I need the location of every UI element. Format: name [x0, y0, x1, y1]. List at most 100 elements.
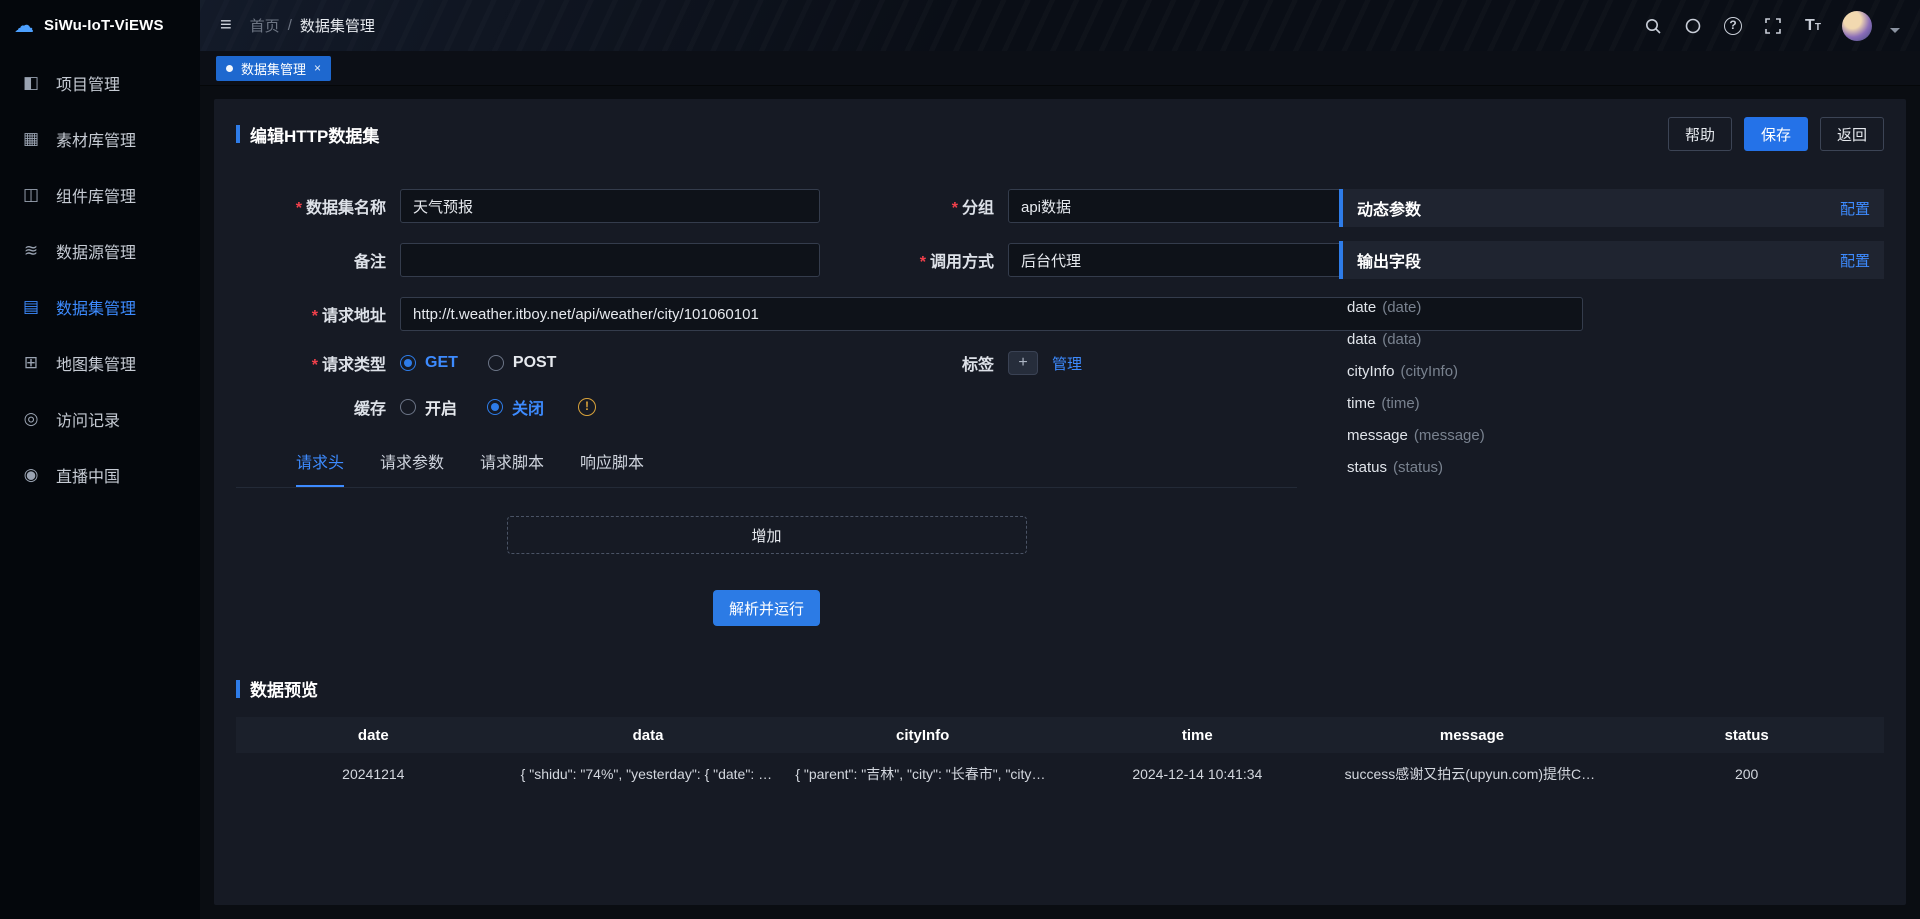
required-asterisk: *	[296, 200, 302, 217]
map-atlas-icon: ⊞	[20, 353, 42, 373]
cell-status: 200	[1609, 766, 1884, 782]
title-accent-bar	[236, 125, 240, 143]
content-area: 编辑HTTP数据集 帮助 保存 返回 *数据集名称	[200, 85, 1920, 919]
list-item: time (time)	[1347, 387, 1876, 419]
panel-header: 编辑HTTP数据集 帮助 保存 返回	[236, 117, 1884, 151]
tab-request-headers[interactable]: 请求头	[296, 449, 344, 487]
cell-cityinfo: { "parent": "吉林", "city": "长春市", "cityke…	[785, 764, 1060, 784]
question-mark-icon: ?	[1724, 17, 1742, 35]
component-library-icon: ◫	[20, 185, 42, 205]
breadcrumb: 首页 / 数据集管理	[250, 15, 375, 36]
dynamic-params-header: 动态参数 配置	[1339, 189, 1884, 227]
sidebar-item-datasource[interactable]: ≋ 数据源管理	[0, 223, 200, 279]
header-actions: 帮助 保存 返回	[1668, 117, 1884, 151]
topbar-actions: ? TT	[1642, 11, 1900, 41]
sidebar-item-dataset[interactable]: ▤ 数据集管理	[0, 279, 200, 335]
data-preview-title: 数据预览	[236, 676, 1884, 701]
cell-message: success感谢又拍云(upyun.com)提供CDN赞助	[1335, 764, 1610, 784]
cell-data: { "shidu": "74%", "yesterday": { "date":…	[511, 766, 786, 782]
required-asterisk: *	[312, 357, 318, 374]
close-icon[interactable]: ×	[314, 61, 321, 75]
app-root: ☁ SiWu-IoT-ViEWS ◧ 项目管理 ▦ 素材库管理 ◫ 组件库管理 …	[0, 0, 1920, 919]
list-item: cityInfo (cityInfo)	[1347, 355, 1876, 387]
tab-request-script[interactable]: 请求脚本	[480, 449, 544, 487]
avatar[interactable]	[1842, 11, 1872, 41]
warning-icon: !	[578, 398, 596, 416]
dynamic-params-title: 动态参数	[1357, 196, 1421, 220]
search-icon[interactable]	[1642, 15, 1664, 37]
sidebar-item-live-china[interactable]: ◉ 直播中国	[0, 447, 200, 503]
call-method-label: *调用方式	[834, 248, 994, 272]
material-library-icon: ▦	[20, 129, 42, 149]
radio-post[interactable]: POST	[488, 354, 557, 372]
remark-label: 备注	[236, 248, 386, 272]
sidebar-item-label: 直播中国	[56, 463, 120, 487]
sidebar-nav: ◧ 项目管理 ▦ 素材库管理 ◫ 组件库管理 ≋ 数据源管理 ▤ 数据集管理 ⊞…	[0, 55, 200, 503]
menu-collapse-icon[interactable]: ≡	[220, 14, 232, 37]
radio-circle-icon	[400, 355, 416, 371]
globe-icon: ◎	[20, 409, 42, 429]
sidebar-item-material[interactable]: ▦ 素材库管理	[0, 111, 200, 167]
font-size-icon[interactable]: TT	[1802, 15, 1824, 37]
radio-circle-icon	[487, 399, 503, 415]
tab-request-params[interactable]: 请求参数	[380, 449, 444, 487]
sidebar-item-atlas[interactable]: ⊞ 地图集管理	[0, 335, 200, 391]
manage-tags-link[interactable]: 管理	[1052, 353, 1082, 374]
tab-dataset-management[interactable]: 数据集管理 ×	[216, 56, 331, 81]
output-fields-config-link[interactable]: 配置	[1840, 250, 1870, 271]
back-button[interactable]: 返回	[1820, 117, 1884, 151]
list-item: status (status)	[1347, 451, 1876, 483]
cache-label: 缓存	[236, 395, 386, 419]
cache-radio-group: 开启 关闭 !	[400, 395, 820, 419]
request-url-label: *请求地址	[236, 302, 386, 326]
sidebar-item-label: 素材库管理	[56, 127, 136, 151]
app-title: SiWu-IoT-ViEWS	[44, 17, 164, 34]
remark-input[interactable]	[400, 243, 820, 277]
sidebar-item-label: 访问记录	[56, 407, 120, 431]
breadcrumb-separator: /	[288, 17, 292, 34]
list-item: data (data)	[1347, 323, 1876, 355]
editor-panel: 编辑HTTP数据集 帮助 保存 返回 *数据集名称	[214, 99, 1906, 905]
radio-circle-icon	[400, 399, 416, 415]
radio-cache-off[interactable]: 关闭	[487, 395, 544, 419]
help-button[interactable]: 帮助	[1668, 117, 1732, 151]
add-tag-button[interactable]: +	[1008, 351, 1038, 375]
column-header: date	[236, 727, 511, 744]
theme-toggle-icon[interactable]	[1682, 15, 1704, 37]
data-preview-section: 数据预览 date data cityInfo time message sta…	[236, 676, 1884, 795]
fullscreen-icon[interactable]	[1762, 15, 1784, 37]
dataset-name-label: *数据集名称	[236, 194, 386, 218]
dataset-name-input[interactable]	[400, 189, 820, 223]
sidebar-item-label: 项目管理	[56, 71, 120, 95]
form-area: *数据集名称 *分组 api数据	[236, 189, 1297, 626]
radio-get[interactable]: GET	[400, 354, 458, 372]
save-button[interactable]: 保存	[1744, 117, 1808, 151]
dynamic-params-config-link[interactable]: 配置	[1840, 198, 1870, 219]
table-row[interactable]: 20241214 { "shidu": "74%", "yesterday": …	[236, 753, 1884, 795]
datasource-icon: ≋	[20, 241, 42, 261]
preview-table: date data cityInfo time message status 2…	[236, 717, 1884, 795]
add-header-button[interactable]: 增加	[507, 516, 1027, 554]
sidebar-item-project[interactable]: ◧ 项目管理	[0, 55, 200, 111]
chevron-down-icon[interactable]	[1890, 28, 1900, 33]
table-header-row: date data cityInfo time message status	[236, 717, 1884, 753]
sidebar-item-label: 数据源管理	[56, 239, 136, 263]
column-header: status	[1609, 727, 1884, 744]
tabbar: 数据集管理 ×	[200, 51, 1920, 85]
help-icon[interactable]: ?	[1722, 15, 1744, 37]
right-side-panel: 动态参数 配置 输出字段 配置 date (date)	[1339, 189, 1884, 626]
cell-date: 20241214	[236, 766, 511, 782]
sidebar-item-label: 组件库管理	[56, 183, 136, 207]
parse-and-run-button[interactable]: 解析并运行	[713, 590, 820, 626]
sidebar-item-access-log[interactable]: ◎ 访问记录	[0, 391, 200, 447]
tab-response-script[interactable]: 响应脚本	[580, 449, 644, 487]
request-sub-tabs: 请求头 请求参数 请求脚本 响应脚本	[236, 449, 1297, 488]
sidebar: ☁ SiWu-IoT-ViEWS ◧ 项目管理 ▦ 素材库管理 ◫ 组件库管理 …	[0, 0, 200, 919]
sidebar-item-component[interactable]: ◫ 组件库管理	[0, 167, 200, 223]
column-header: time	[1060, 727, 1335, 744]
column-header: cityInfo	[785, 727, 1060, 744]
tab-active-dot-icon	[226, 65, 233, 72]
radio-cache-on[interactable]: 开启	[400, 395, 457, 419]
breadcrumb-home[interactable]: 首页	[250, 15, 280, 36]
tab-label: 数据集管理	[241, 59, 306, 78]
